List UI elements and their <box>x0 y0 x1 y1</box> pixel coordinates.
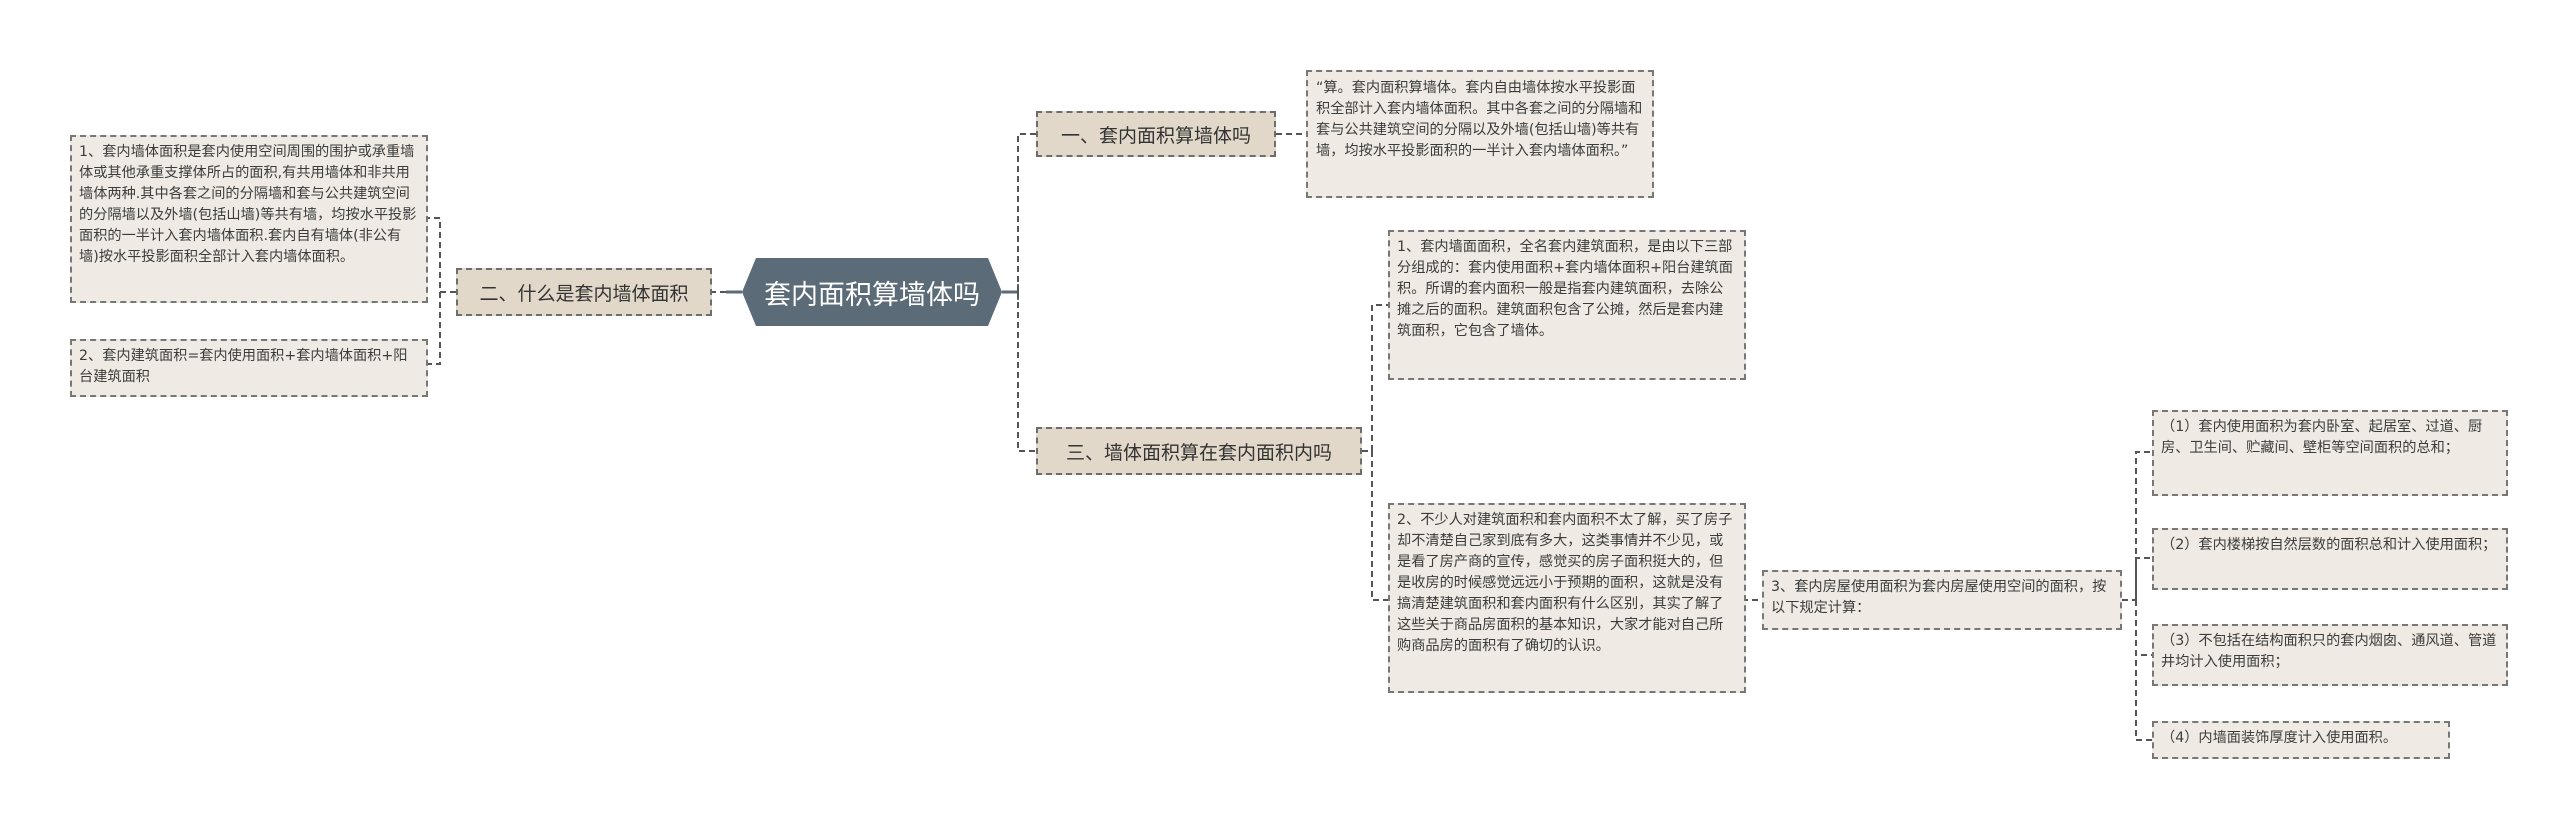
link-sub-to-item-4 <box>2135 600 2152 741</box>
rule-item-1-text: （1）套内使用面积为套内卧室、起居室、过道、厨房、卫生间、贮藏间、壁柜等空间面积… <box>2161 419 2483 456</box>
branch-topic-1-label: 一、套内面积算墙体吗 <box>1060 124 1251 147</box>
link-branch-2-to-leaf-2 <box>428 292 441 365</box>
rule-item-2-text: （2）套内楼梯按自然层数的面积总和计入使用面积； <box>2161 537 2497 553</box>
branch-2-leaf-2-text: 2、套内建筑面积=套内使用面积+套内墙体面积+阳台建筑面积 <box>79 348 408 385</box>
link-sub-to-item-2 <box>2135 557 2152 600</box>
branch-1-leaf-1-text: “算。套内面积算墙体。套内自由墙体按水平投影面积全部计入套内墙体面积。其中各套之… <box>1316 80 1643 159</box>
rule-item-1[interactable]: （1）套内使用面积为套内卧室、起居室、过道、厨房、卫生间、贮藏间、壁柜等空间面积… <box>2152 410 2508 496</box>
root-topic[interactable]: 套内面积算墙体吗 <box>742 258 1002 326</box>
branch-topic-2[interactable]: 二、什么是套内墙体面积 <box>456 268 712 316</box>
branch-3-leaf-2-text: 2、不少人对建筑面积和套内面积不太了解，买了房子却不清楚自己家到底有多大，这类事… <box>1397 512 1733 654</box>
branch-3-leaf-2[interactable]: 2、不少人对建筑面积和套内面积不太了解，买了房子却不清楚自己家到底有多大，这类事… <box>1388 503 1746 693</box>
link-branch-3-to-leaf-2 <box>1371 451 1388 601</box>
branch-topic-3-label: 三、墙体面积算在套内面积内吗 <box>1065 441 1332 464</box>
branch-2-leaf-1[interactable]: 1、套内墙体面积是套内使用空间周围的围护或承重墙体或其他承重支撑体所占的面积,有… <box>70 135 428 303</box>
branch-3-leaf-1[interactable]: 1、套内墙面面积，全名套内建筑面积，是由以下三部分组成的：套内使用面积+套内墙体… <box>1388 230 1746 380</box>
branch-topic-1[interactable]: 一、套内面积算墙体吗 <box>1036 111 1276 157</box>
link-root-to-branch-3 <box>1017 292 1036 452</box>
branch-3-leaf-1-text: 1、套内墙面面积，全名套内建筑面积，是由以下三部分组成的：套内使用面积+套内墙体… <box>1397 239 1733 339</box>
branch-topic-2-label: 二、什么是套内墙体面积 <box>479 282 689 305</box>
rule-item-4[interactable]: （4）内墙面装饰厚度计入使用面积。 <box>2152 721 2450 759</box>
rule-item-4-text: （4）内墙面装饰厚度计入使用面积。 <box>2161 730 2398 746</box>
sub-topic-usable-area-text: 3、套内房屋使用面积为套内房屋使用空间的面积，按以下规定计算： <box>1771 579 2107 616</box>
link-branch-2-to-leaf-1 <box>428 217 456 293</box>
branch-1-leaf-1[interactable]: “算。套内面积算墙体。套内自由墙体按水平投影面积全部计入套内墙体面积。其中各套之… <box>1306 70 1654 198</box>
link-branch-3-to-leaf-1 <box>1362 304 1388 452</box>
rule-item-3[interactable]: （3）不包括在结构面积只的套内烟囱、通风道、管道井均计入使用面积； <box>2152 624 2508 686</box>
root-topic-label: 套内面积算墙体吗 <box>764 279 980 311</box>
sub-topic-usable-area[interactable]: 3、套内房屋使用面积为套内房屋使用空间的面积，按以下规定计算： <box>1762 570 2122 630</box>
rule-item-2[interactable]: （2）套内楼梯按自然层数的面积总和计入使用面积； <box>2152 528 2508 590</box>
link-root-to-branch-1 <box>1017 133 1036 292</box>
branch-2-leaf-2[interactable]: 2、套内建筑面积=套内使用面积+套内墙体面积+阳台建筑面积 <box>70 339 428 397</box>
branch-2-leaf-1-text: 1、套内墙体面积是套内使用空间周围的围护或承重墙体或其他承重支撑体所占的面积,有… <box>79 144 417 265</box>
link-sub-to-item-3 <box>2135 600 2152 656</box>
branch-topic-3[interactable]: 三、墙体面积算在套内面积内吗 <box>1036 427 1362 475</box>
rule-item-3-text: （3）不包括在结构面积只的套内烟囱、通风道、管道井均计入使用面积； <box>2161 633 2497 670</box>
